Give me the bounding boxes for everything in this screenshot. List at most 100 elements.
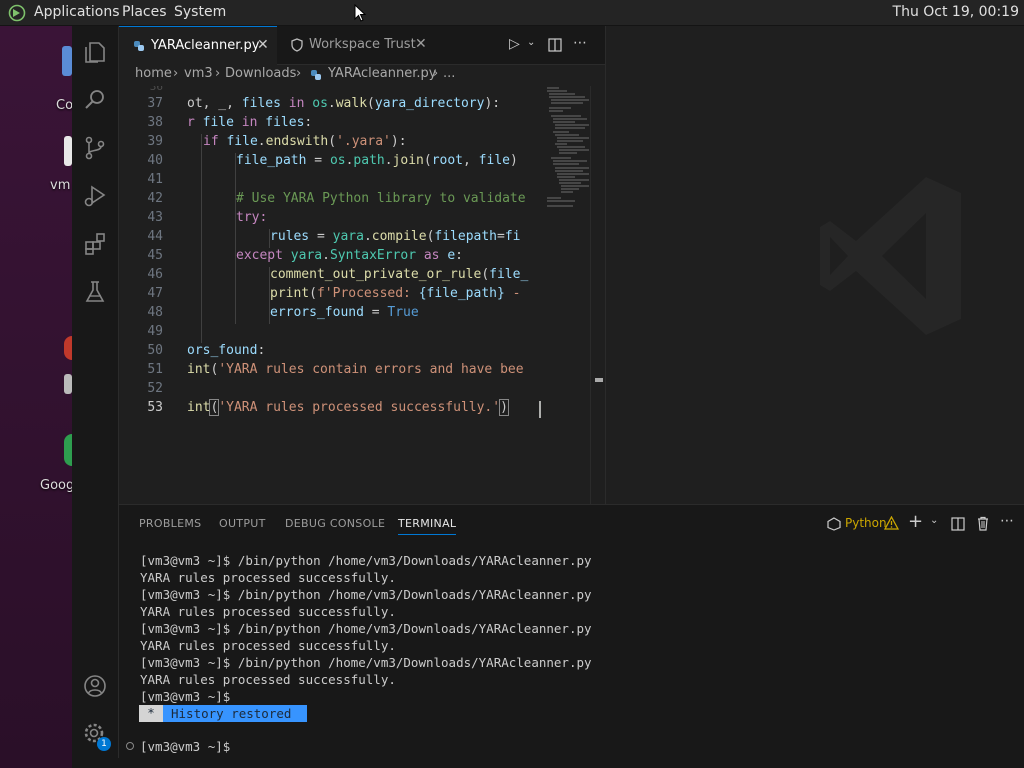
- line-number: 43: [147, 210, 163, 225]
- close-icon[interactable]: ✕: [415, 36, 427, 52]
- mouse-cursor-icon: [354, 4, 366, 22]
- testing-icon[interactable]: [81, 278, 109, 306]
- more-actions-icon[interactable]: ⋯: [1000, 513, 1014, 529]
- tab-output[interactable]: OUTPUT: [219, 517, 266, 530]
- code-line-46: comment_out_private_or_rule(file_: [270, 267, 529, 282]
- status-bar: [72, 758, 1024, 768]
- warning-icon: [884, 516, 899, 530]
- history-text: History restored: [171, 706, 292, 721]
- desktop-area: Co vm Goog: [0, 26, 74, 768]
- desktop-drive-icon[interactable]: [64, 374, 72, 394]
- code-editor[interactable]: 36 37 38 39 40 41 42 43 44 45 46 47 48 4…: [119, 86, 605, 504]
- accounts-icon[interactable]: [81, 672, 109, 700]
- code-line-44: rules = yara.compile(filepath=fi: [270, 229, 521, 244]
- terminal-profile-label[interactable]: Python: [845, 516, 887, 530]
- desktop-folder-icon[interactable]: [62, 46, 72, 76]
- more-actions-icon[interactable]: ⋯: [573, 35, 587, 51]
- chevron-right-icon: ›: [173, 66, 179, 81]
- code-line-37: ot, _, files in os.walk(yara_directory):: [187, 96, 501, 111]
- bottom-panel: PROBLEMS OUTPUT DEBUG CONSOLE TERMINAL P…: [119, 504, 1024, 768]
- split-editor-icon[interactable]: [548, 38, 562, 52]
- source-control-icon[interactable]: [81, 134, 109, 162]
- line-number: 44: [147, 229, 163, 244]
- tab-yaracleanner[interactable]: YARAcleanner.py ✕: [119, 26, 277, 65]
- indent-guide: [201, 134, 202, 343]
- run-debug-icon[interactable]: [81, 182, 109, 210]
- command-decoration-icon[interactable]: [126, 742, 134, 750]
- line-number-gutter: 36 37 38 39 40 41 42 43 44 45 46 47 48 4…: [119, 86, 187, 504]
- minimap[interactable]: [545, 86, 593, 506]
- text-cursor: [539, 401, 541, 418]
- applications-menu[interactable]: Applications: [34, 4, 120, 20]
- terminal-prompt: [vm3@vm3 ~]$: [140, 739, 231, 754]
- tab-debug-console[interactable]: DEBUG CONSOLE: [285, 517, 385, 530]
- clock[interactable]: Thu Oct 19, 00:19: [893, 4, 1019, 20]
- python-terminal-icon: [827, 517, 841, 531]
- chevron-right-icon: ›: [215, 66, 221, 81]
- terminal-line: [vm3@vm3 ~]$ /bin/python /home/vm3/Downl…: [140, 621, 592, 636]
- line-number: 52: [147, 381, 163, 396]
- editor-tabs-bar: YARAcleanner.py ✕ Workspace Trust ✕ ▷ ⌄ …: [119, 26, 605, 65]
- desktop-app-icon[interactable]: [64, 336, 72, 360]
- run-python-file-icon[interactable]: ▷: [509, 36, 520, 52]
- trash-icon[interactable]: [976, 516, 990, 531]
- terminal-line: YARA rules processed successfully.: [140, 638, 396, 653]
- code-line-53: int('YARA rules processed successfully.'…: [187, 399, 509, 416]
- line-number: 45: [147, 248, 163, 263]
- tab-problems[interactable]: PROBLEMS: [139, 517, 201, 530]
- chevron-down-icon[interactable]: ⌄: [930, 515, 938, 526]
- code-line-40: file_path = os.path.join(root, file): [236, 153, 518, 168]
- code-line-45: except yara.SyntaxError as e:: [236, 248, 463, 263]
- tab-terminal[interactable]: TERMINAL: [398, 517, 457, 535]
- line-number: 50: [147, 343, 163, 358]
- code-line-39: if file.endswith('.yara'):: [203, 134, 407, 149]
- gnome-logo-icon[interactable]: [8, 4, 26, 22]
- terminal-line: YARA rules processed successfully.: [140, 604, 396, 619]
- tab-label: Workspace Trust: [309, 37, 416, 52]
- line-number: 38: [147, 115, 163, 130]
- chevron-down-icon[interactable]: ⌄: [527, 37, 535, 48]
- chevron-right-icon: ›: [296, 66, 302, 81]
- terminal-line: [vm3@vm3 ~]$: [140, 689, 231, 704]
- breadcrumb-downloads[interactable]: Downloads: [225, 66, 296, 81]
- code-line-43: try:: [236, 210, 268, 225]
- line-number: 39: [147, 134, 163, 149]
- system-menu[interactable]: System: [174, 4, 226, 20]
- line-number: 48: [147, 305, 163, 320]
- history-star: *: [139, 705, 163, 722]
- line-number: 41: [147, 172, 163, 187]
- breadcrumb: home › vm3 › Downloads › YARAcleanner.py…: [119, 64, 605, 86]
- new-terminal-icon[interactable]: +: [908, 511, 923, 532]
- code-line-51: int('YARA rules contain errors and have …: [187, 362, 524, 377]
- empty-editor-group[interactable]: [605, 26, 1024, 504]
- breadcrumb-symbol[interactable]: ...: [443, 66, 455, 81]
- chevron-right-icon: ›: [433, 66, 439, 81]
- desktop-label-vm: vm: [50, 178, 71, 193]
- breadcrumb-home[interactable]: home: [135, 66, 172, 81]
- line-number: 36: [149, 86, 163, 93]
- breadcrumb-file[interactable]: YARAcleanner.py: [328, 66, 436, 81]
- extensions-icon[interactable]: [81, 230, 109, 258]
- split-terminal-icon[interactable]: [951, 517, 965, 531]
- line-number: 46: [147, 267, 163, 282]
- code-line-50: ors_found:: [187, 343, 266, 358]
- desktop-file-icon[interactable]: [64, 136, 72, 166]
- close-icon[interactable]: ✕: [257, 37, 269, 53]
- line-number-current: 53: [147, 400, 163, 415]
- breadcrumb-vm3[interactable]: vm3: [184, 66, 213, 81]
- line-number: 47: [147, 286, 163, 301]
- scrollbar-position-marker: [595, 378, 603, 382]
- shield-icon: [291, 38, 303, 52]
- terminal-line: YARA rules processed successfully.: [140, 672, 396, 687]
- activity-bar: 1: [72, 26, 119, 768]
- explorer-icon[interactable]: [81, 38, 109, 66]
- search-icon[interactable]: [81, 86, 109, 114]
- chrome-icon[interactable]: [64, 434, 72, 466]
- editor-vertical-scrollbar[interactable]: [590, 86, 605, 504]
- system-top-bar: Applications Places System Thu Oct 19, 0…: [0, 0, 1024, 26]
- line-number: 51: [147, 362, 163, 377]
- tab-workspace-trust[interactable]: Workspace Trust ✕: [277, 26, 433, 64]
- places-menu[interactable]: Places: [122, 4, 167, 20]
- terminal-line: [vm3@vm3 ~]$ /bin/python /home/vm3/Downl…: [140, 553, 592, 568]
- vscode-window: 1 YARAcleanner.py ✕ Workspace Trust ✕ ▷ …: [72, 26, 1024, 768]
